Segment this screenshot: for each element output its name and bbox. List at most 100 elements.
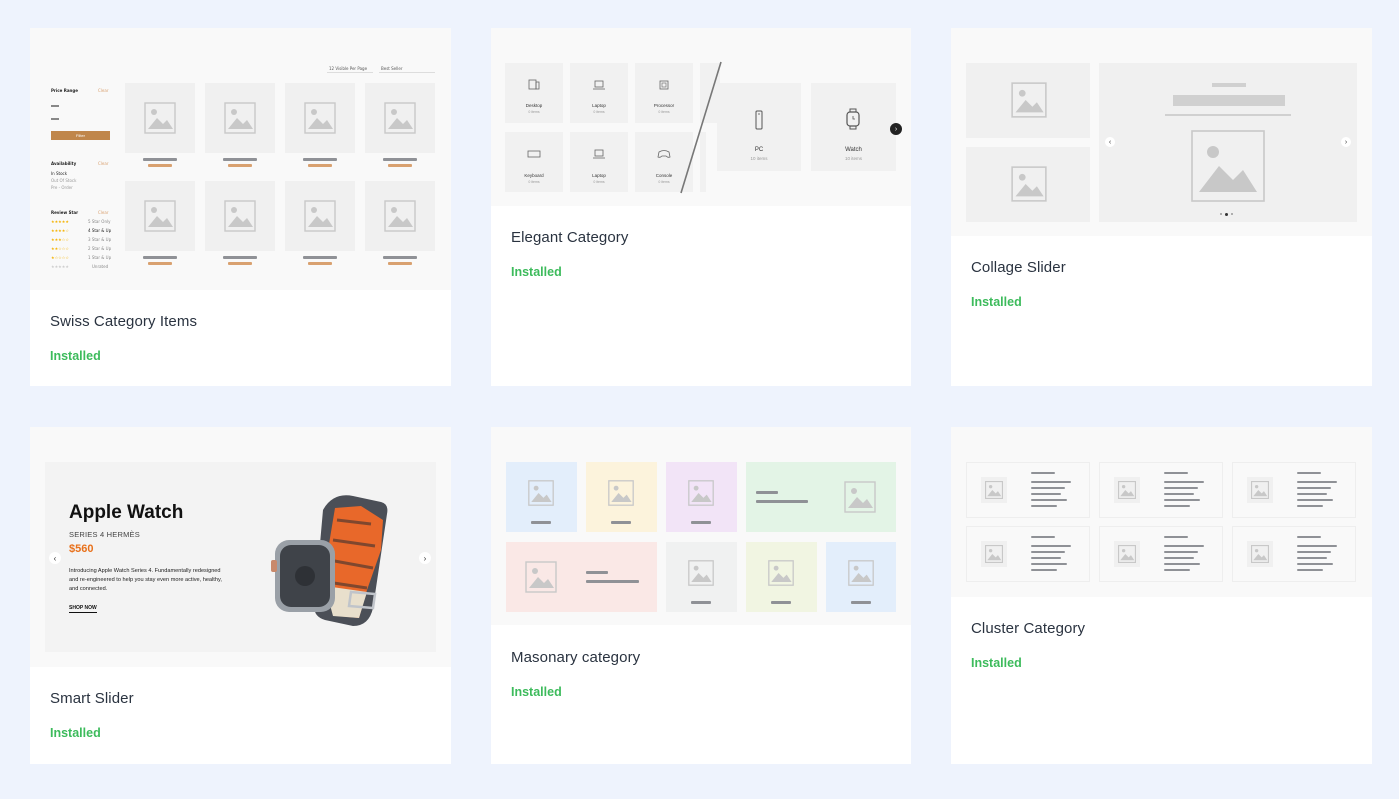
slide-subheading: SERIES 4 HERMÈS xyxy=(69,530,140,539)
card-cluster-category[interactable]: Cluster Category Installed xyxy=(951,427,1372,764)
in-stock: In Stock xyxy=(51,171,68,176)
tile-count: 10 items xyxy=(844,156,862,161)
rating-label-1: 1 Star & Up xyxy=(88,255,112,260)
rating-stars-0: ★★★★★ xyxy=(51,264,69,269)
installed-status: Installed xyxy=(971,295,1022,309)
tile-count: 0 items xyxy=(593,110,605,114)
preview-cluster xyxy=(951,427,1372,597)
price-clear: Clear xyxy=(98,88,109,93)
card-title: Masonary category xyxy=(511,649,641,666)
card-elegant-category[interactable]: Desktop 0 items Laptop 0 items Processor… xyxy=(491,28,911,386)
rating-label-4: 4 Star & Up xyxy=(88,228,112,233)
tile-label: Laptop xyxy=(592,103,606,108)
preview-smart-slider: Apple Watch SERIES 4 HERMÈS $560 Introdu… xyxy=(30,427,451,667)
card-title: Elegant Category xyxy=(511,229,629,246)
product-image xyxy=(125,181,195,251)
product-image xyxy=(125,83,195,153)
price-range-label: Price Range xyxy=(51,88,78,93)
tile-count: 0 items xyxy=(528,180,540,184)
collage-image xyxy=(966,63,1090,138)
rating-stars-5: ★★★★★ xyxy=(51,219,69,224)
card-title: Smart Slider xyxy=(50,690,134,707)
card-smart-slider[interactable]: Apple Watch SERIES 4 HERMÈS $560 Introdu… xyxy=(30,427,451,764)
slide-price: $560 xyxy=(69,543,94,555)
sort-select: Best Seller xyxy=(381,66,403,71)
shop-now-link[interactable]: SHOP NOW xyxy=(69,605,97,613)
rating-stars-1: ★☆☆☆☆ xyxy=(51,255,69,260)
card-masonary-category[interactable]: Masonary category Installed xyxy=(491,427,911,764)
product-image xyxy=(205,181,275,251)
category-tile-large: Watch 10 items xyxy=(811,83,896,171)
cluster-tile xyxy=(1232,526,1356,582)
availability-label: Availability xyxy=(51,161,77,166)
tile-label: Watch xyxy=(845,147,862,153)
watch-image xyxy=(271,495,388,626)
category-tile-large: PC 10 items xyxy=(717,83,801,171)
installed-status: Installed xyxy=(50,349,101,363)
slide-heading: Apple Watch xyxy=(69,502,184,523)
review-star-label: Review Star xyxy=(51,210,79,215)
next-arrow-icon: › xyxy=(1341,137,1351,147)
preview-elegant: Desktop 0 items Laptop 0 items Processor… xyxy=(491,28,911,206)
next-arrow-icon: › xyxy=(890,123,902,135)
cluster-tile xyxy=(1232,462,1356,518)
slider-banner: Apple Watch SERIES 4 HERMÈS $560 Introdu… xyxy=(45,462,436,652)
rating-stars-4: ★★★★☆ xyxy=(51,228,69,233)
filter-button: Filter xyxy=(51,131,110,140)
rating-stars-2: ★★☆☆☆ xyxy=(51,246,69,251)
masonry-tile xyxy=(506,462,577,532)
masonry-tile xyxy=(826,542,896,612)
masonry-tile xyxy=(506,542,657,612)
tile-count: 0 items xyxy=(593,180,605,184)
masonry-tile xyxy=(666,462,737,532)
installed-status: Installed xyxy=(50,726,101,740)
masonry-tile xyxy=(666,542,737,612)
rating-label-5: 5 Star Only xyxy=(88,219,111,224)
rating-label-3: 3 Star & Up xyxy=(88,237,112,242)
preview-masonary xyxy=(491,427,911,625)
category-tile: Keyboard 0 items xyxy=(505,132,563,192)
card-collage-slider[interactable]: ‹ › Collage Slider Installed xyxy=(951,28,1372,386)
card-title: Cluster Category xyxy=(971,620,1086,637)
masonry-tile xyxy=(586,462,657,532)
category-tile: Laptop 0 items xyxy=(570,132,628,192)
collage-slider-main: ‹ › xyxy=(1099,63,1357,222)
rating-label-2: 2 Star & Up xyxy=(88,246,112,251)
availability-clear: Clear xyxy=(98,161,109,166)
card-title: Swiss Category Items xyxy=(50,313,198,330)
cluster-tile xyxy=(1099,526,1223,582)
rating-label-0: Unrated xyxy=(92,264,109,269)
product-image xyxy=(365,83,435,153)
cluster-tile xyxy=(1099,462,1223,518)
prev-arrow-icon[interactable]: ‹ xyxy=(49,552,61,564)
cluster-tile xyxy=(966,526,1090,582)
tile-label: Laptop xyxy=(592,173,606,178)
collage-image xyxy=(966,147,1090,222)
category-tile: Laptop 0 items xyxy=(570,63,628,123)
masonry-tile xyxy=(746,542,817,612)
installed-status: Installed xyxy=(511,265,562,279)
preview-collage: ‹ › xyxy=(951,28,1372,236)
preview-swiss: 12 Visible Per Page Best Seller Price Ra… xyxy=(30,28,451,290)
tile-label: Desktop xyxy=(525,103,543,108)
cluster-tile xyxy=(966,462,1090,518)
per-page-select: 12 Visible Per Page xyxy=(329,66,368,71)
slider-dots xyxy=(1220,212,1233,216)
rating-stars-3: ★★★☆☆ xyxy=(51,237,69,242)
card-title: Collage Slider xyxy=(971,259,1066,276)
tile-count: 10 items xyxy=(750,156,768,161)
product-image xyxy=(205,83,275,153)
pre-order: Pre - Order xyxy=(51,185,73,190)
tile-label: Keyboard xyxy=(524,173,544,178)
out-of-stock: Out Of Stock xyxy=(51,178,77,183)
card-swiss-category-items[interactable]: 12 Visible Per Page Best Seller Price Ra… xyxy=(30,28,451,386)
product-image xyxy=(365,181,435,251)
prev-arrow-icon: ‹ xyxy=(1105,137,1115,147)
masonry-tile xyxy=(746,462,896,532)
product-image xyxy=(285,181,355,251)
category-tile: Desktop 0 items xyxy=(505,63,563,123)
installed-status: Installed xyxy=(511,685,562,699)
slide-description: Introducing Apple Watch Series 4. Fundam… xyxy=(69,568,222,592)
product-image xyxy=(285,83,355,153)
tile-label: PC xyxy=(754,147,764,153)
